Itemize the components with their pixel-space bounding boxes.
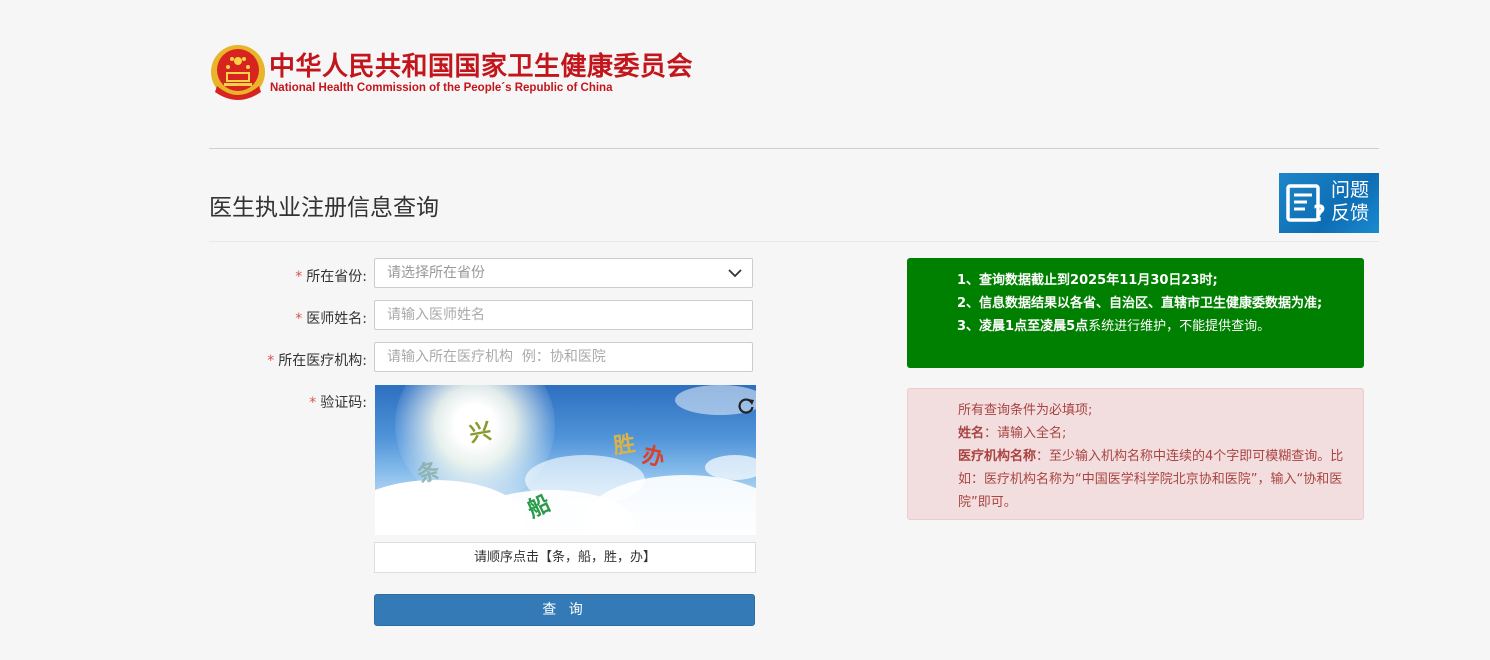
required-mark: * — [295, 269, 303, 285]
notice-line: 所有查询条件为必填项; — [958, 403, 1093, 418]
chevron-down-icon — [728, 269, 742, 278]
svg-text:?: ? — [1313, 202, 1326, 225]
institution-label-text: 所在医疗机构: — [278, 353, 367, 369]
captcha-hint: 请顺序点击【条，船，胜，办】 — [374, 542, 756, 573]
notice-field-name: 医疗机构名称 — [958, 449, 1037, 464]
doctor-name-label: * 医师姓名: — [207, 308, 367, 328]
doctor-name-label-text: 医师姓名: — [306, 311, 367, 327]
notice-line-bold: 3、凌晨1点至凌晨5点 — [957, 319, 1089, 334]
notice-info: 1、查询数据截止到2025年11月30日23时; 2、信息数据结果以各省、自治区… — [907, 258, 1364, 368]
site-header: 中华人民共和国国家卫生健康委员会 National Health Commiss… — [209, 40, 709, 104]
captcha-label: * 验证码: — [207, 392, 367, 412]
notice-field-name: 姓名 — [958, 426, 985, 441]
province-select[interactable]: 请选择所在省份 — [374, 258, 753, 288]
feedback-label-line2: 反馈 — [1331, 202, 1370, 224]
required-mark: * — [309, 395, 317, 411]
required-mark: * — [267, 353, 275, 369]
captcha-char[interactable]: 办 — [640, 437, 668, 473]
notice-line: 3、凌晨1点至凌晨5点系统进行维护，不能提供查询。 — [957, 315, 1334, 338]
captcha-cloud — [705, 455, 756, 480]
captcha-label-text: 验证码: — [320, 395, 367, 411]
captcha-char[interactable]: 胜 — [611, 426, 637, 461]
province-select-placeholder: 请选择所在省份 — [387, 265, 485, 281]
title-divider — [209, 241, 1379, 242]
notice-line: 姓名：请输入全名; — [958, 422, 1347, 445]
feedback-label: 问题 反馈 — [1331, 179, 1369, 225]
query-button[interactable]: 查 询 — [374, 594, 755, 626]
required-mark: * — [295, 311, 303, 327]
doctor-name-input[interactable] — [374, 300, 753, 330]
captcha-image[interactable]: 兴 胜 办 条 船 — [375, 385, 756, 535]
header-divider — [209, 148, 1379, 149]
notice-field-text: ：请输入全名; — [984, 426, 1067, 441]
notice-line: 1、查询数据截止到2025年11月30日23时; — [957, 273, 1218, 288]
feedback-label-line1: 问题 — [1331, 179, 1370, 201]
institution-label: * 所在医疗机构: — [207, 350, 367, 370]
org-name-en: National Health Commission of the People… — [270, 82, 613, 94]
notice-line: 医疗机构名称：至少输入机构名称中连续的4个字即可模糊查询。比如：医疗机构名称为“… — [958, 445, 1347, 514]
notice-line-rest: 系统进行维护，不能提供查询。 — [1088, 319, 1271, 334]
feedback-icon: ? — [1286, 184, 1326, 225]
province-label: * 所在省份: — [207, 266, 367, 286]
notice-line: 2、信息数据结果以各省、自治区、直辖市卫生健康委数据为准; — [957, 296, 1323, 311]
org-name-cn: 中华人民共和国国家卫生健康委员会 — [269, 52, 694, 82]
institution-input[interactable] — [374, 342, 753, 372]
province-label-text: 所在省份: — [306, 269, 367, 285]
feedback-button[interactable]: ? 问题 反馈 — [1279, 173, 1379, 233]
notice-requirements: 所有查询条件为必填项; 姓名：请输入全名; 医疗机构名称：至少输入机构名称中连续… — [907, 388, 1364, 520]
refresh-icon[interactable] — [737, 397, 755, 415]
page-title: 医生执业注册信息查询 — [209, 195, 439, 221]
national-emblem-icon — [211, 45, 265, 100]
